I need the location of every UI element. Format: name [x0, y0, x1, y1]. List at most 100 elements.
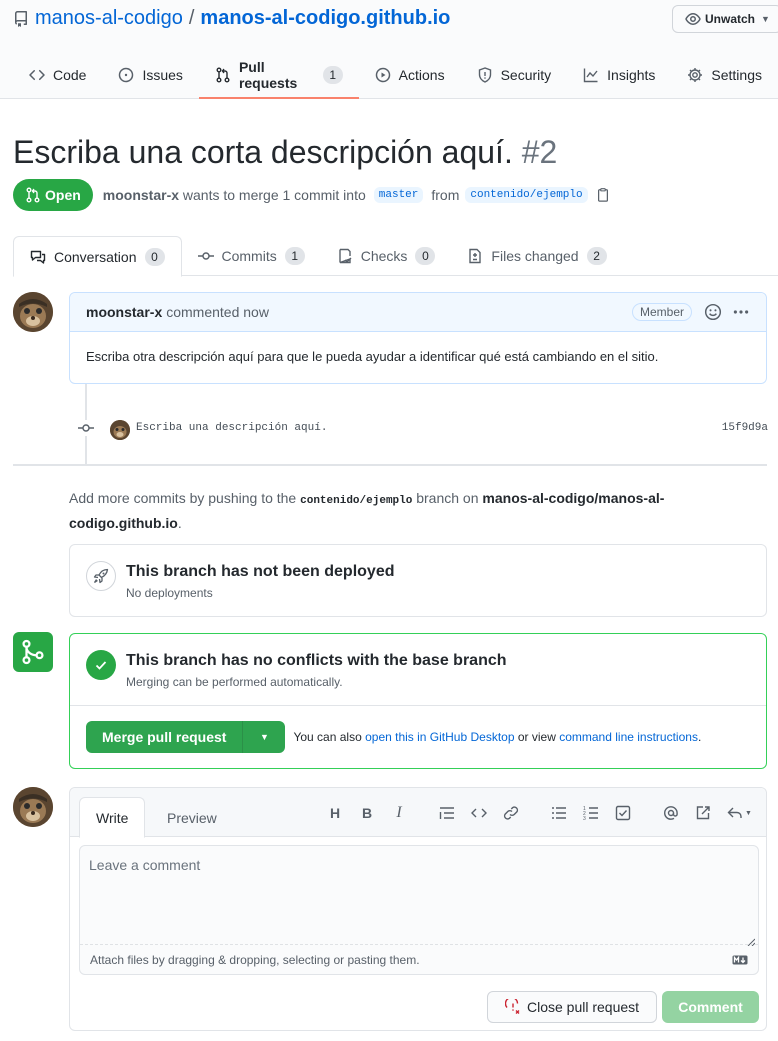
task-list-icon[interactable] [615, 805, 631, 821]
comment-button[interactable]: Comment [662, 991, 759, 1023]
deploy-title: This branch has not been deployed [126, 563, 395, 580]
tab-write[interactable]: Write [79, 797, 146, 838]
markdown-icon[interactable] [732, 954, 748, 968]
commits-count: 1 [284, 247, 305, 265]
push-note-suffix: . [177, 515, 182, 531]
ordered-list-icon[interactable]: 123 [583, 805, 599, 821]
file-diff-icon [467, 248, 483, 264]
repo-name-link[interactable]: manos-al-codigo.github.io [200, 7, 450, 30]
unwatch-button[interactable]: Unwatch ▼ [672, 5, 778, 33]
reply-icon[interactable]: ▼ [727, 805, 755, 821]
chevron-down-icon: ▼ [260, 732, 269, 742]
comment-author[interactable]: moonstar-x [86, 304, 162, 320]
head-branch[interactable]: contenido/ejemplo [465, 187, 588, 203]
status-badge: Open [13, 179, 93, 211]
deployment-box: This branch has not been deployed No dep… [69, 544, 767, 617]
repo-header: manos-al-codigo / manos-al-codigo.github… [0, 0, 778, 99]
rocket-icon [86, 561, 116, 591]
pull-request-icon [215, 67, 231, 83]
tab-conversation[interactable]: Conversation 0 [13, 236, 182, 277]
tab-checks-label: Checks [360, 248, 408, 264]
cross-reference-icon[interactable] [695, 805, 711, 821]
conversation-count: 0 [144, 247, 165, 266]
status-badge-label: Open [45, 187, 81, 203]
merge-pull-request-button[interactable]: Merge pull request [86, 721, 244, 753]
deploy-subtitle: No deployments [126, 586, 213, 600]
comment-body: Escriba otra descripción aquí para que l… [86, 349, 659, 364]
tab-preview[interactable]: Preview [151, 797, 233, 838]
tab-security[interactable]: Security [461, 56, 568, 94]
tab-code[interactable]: Code [13, 56, 102, 94]
link-icon[interactable] [503, 805, 519, 821]
avatar[interactable] [13, 292, 53, 332]
mention-icon[interactable] [663, 805, 679, 821]
comment-header: moonstar-x commented now Member [70, 293, 766, 332]
tab-files-changed[interactable]: Files changed 2 [451, 236, 622, 276]
from-text: from [431, 187, 460, 203]
commit-icon [78, 420, 94, 436]
heading-icon[interactable]: H [327, 805, 343, 821]
copy-icon[interactable] [596, 188, 610, 202]
code-icon[interactable] [471, 805, 487, 821]
pr-state-row: Open moonstar-x wants to merge 1 commit … [13, 179, 610, 211]
editor-header: Write Preview H B I 123 ▼ [70, 788, 766, 838]
bold-icon[interactable]: B [359, 805, 375, 821]
push-note: Add more commits by pushing to the conte… [69, 487, 689, 534]
tab-checks[interactable]: Checks 0 [321, 236, 452, 276]
merge-status: This branch has no conflicts with the ba… [70, 634, 766, 706]
commit-icon [197, 248, 214, 264]
comment-time[interactable]: commented now [166, 304, 269, 320]
kebab-menu-icon[interactable] [732, 303, 750, 321]
command-line-link[interactable]: command line instructions [559, 730, 698, 744]
chevron-down-icon: ▼ [761, 14, 770, 24]
pull-request-icon [25, 187, 41, 203]
eye-icon [685, 11, 701, 27]
push-note-repo-line1: manos-al-codigo/manos-al- [482, 490, 665, 506]
gear-icon [687, 67, 703, 83]
member-badge: Member [631, 303, 692, 321]
push-note-prefix: Add more commits by pushing to the [69, 490, 297, 506]
quote-icon[interactable] [439, 805, 455, 821]
base-branch[interactable]: master [373, 187, 424, 203]
tab-settings[interactable]: Settings [671, 56, 778, 94]
unordered-list-icon[interactable] [551, 805, 567, 821]
resize-handle-icon[interactable] [747, 933, 756, 947]
commit-message[interactable]: Escriba una descripción aquí. [136, 422, 327, 434]
comment-discussion-icon [30, 249, 46, 265]
merge-options-button[interactable]: ▼ [243, 721, 285, 753]
tab-insights[interactable]: Insights [567, 56, 671, 94]
pr-title-text: Escriba una corta descripción aquí. [13, 134, 513, 170]
tab-security-label: Security [500, 67, 552, 83]
github-desktop-link[interactable]: open this in GitHub Desktop [365, 730, 514, 744]
pr-number: #2 [521, 134, 558, 170]
commit-avatar[interactable] [110, 420, 130, 440]
repo-nav: Code Issues Pull requests 1 Actions Secu… [13, 56, 778, 99]
merge-title: This branch has no conflicts with the ba… [126, 652, 507, 669]
pr-author-link[interactable]: moonstar-x [103, 187, 179, 203]
comment-box: moonstar-x commented now Member Escriba … [69, 292, 767, 384]
tab-conversation-label: Conversation [54, 248, 137, 265]
merge-subtitle: Merging can be performed automatically. [126, 675, 343, 689]
tab-settings-label: Settings [711, 67, 762, 83]
repo-owner-link[interactable]: manos-al-codigo [35, 7, 183, 30]
avatar[interactable] [13, 787, 53, 827]
italic-icon[interactable]: I [391, 804, 407, 821]
attach-files-bar[interactable]: Attach files by dragging & dropping, sel… [80, 944, 758, 974]
also-prefix: You can also [293, 730, 362, 744]
close-pull-request-button[interactable]: Close pull request [487, 991, 657, 1023]
tab-actions[interactable]: Actions [359, 56, 461, 94]
smiley-icon[interactable] [704, 303, 722, 321]
attach-files-text: Attach files by dragging & dropping, sel… [90, 952, 420, 967]
page-title: Escriba una corta descripción aquí. #2 [13, 134, 557, 171]
tab-commits[interactable]: Commits 1 [182, 236, 321, 276]
also-period: . [697, 730, 702, 744]
tab-pull-requests[interactable]: Pull requests 1 [198, 56, 359, 99]
issue-closed-icon [504, 999, 521, 1015]
commit-sha[interactable]: 15f9d9a [722, 422, 768, 434]
chevron-down-icon: ▼ [745, 809, 752, 817]
comment-textarea[interactable]: Leave a comment Attach files by dragging… [79, 845, 759, 975]
check-icon [86, 650, 116, 680]
tab-issues[interactable]: Issues [102, 56, 198, 94]
tab-files-changed-label: Files changed [491, 248, 579, 264]
comment-editor: Write Preview H B I 123 ▼ Leave a commen… [69, 787, 767, 1031]
